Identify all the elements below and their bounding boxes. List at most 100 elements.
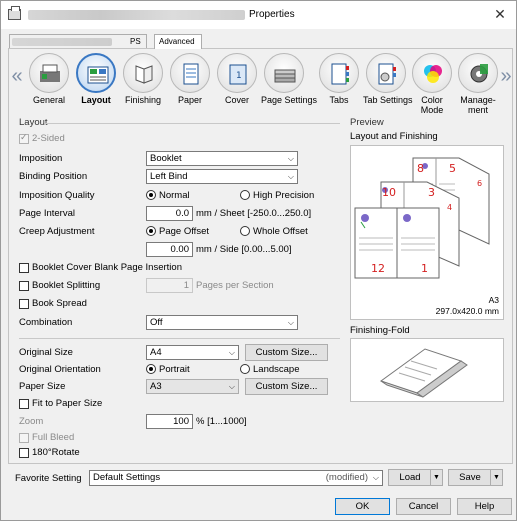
- favorite-setting-label: Favorite Setting: [15, 473, 82, 484]
- imposition-quality-label: Imposition Quality: [19, 190, 95, 201]
- finishing-fold-label: Finishing-Fold: [350, 325, 410, 336]
- management-icon: [458, 53, 498, 93]
- original-size-select[interactable]: A4 ⌵: [146, 345, 239, 360]
- layout-section-title: Layout: [19, 117, 48, 128]
- combination-select[interactable]: Off ⌵: [146, 315, 298, 330]
- save-dropdown-icon[interactable]: ▼: [490, 470, 502, 485]
- tab-ps[interactable]: PS: [9, 34, 147, 48]
- scroll-left-icon[interactable]: «: [11, 65, 23, 88]
- toolbar-item-paper[interactable]: Paper: [167, 53, 213, 105]
- two-sided-checkbox[interactable]: [19, 132, 29, 144]
- category-icon-bar: « General Layout Finishing Paper 1 Cover…: [9, 49, 512, 115]
- quality-high-precision-label: High Precision: [253, 190, 315, 201]
- tab-settings-icon: [366, 53, 406, 93]
- tab-ps-label: PS: [130, 37, 141, 46]
- binding-position-select[interactable]: Left Bind ⌵: [146, 169, 298, 184]
- toolbar-item-cover[interactable]: 1 Cover: [214, 53, 260, 105]
- quality-high-precision-radio[interactable]: [240, 190, 250, 200]
- book-spread-label: Book Spread: [32, 298, 87, 309]
- chevron-down-icon: ⌵: [287, 318, 294, 327]
- paper-size-value: A3: [150, 381, 162, 392]
- scroll-right-icon[interactable]: »: [500, 65, 512, 88]
- zoom-input[interactable]: 100: [146, 414, 193, 429]
- page-interval-input[interactable]: 0.0: [146, 206, 193, 221]
- chevron-down-icon: ⌵: [228, 348, 235, 357]
- original-custom-size-button[interactable]: Custom Size...: [245, 344, 328, 361]
- orientation-portrait-radio[interactable]: [146, 364, 156, 374]
- creep-page-offset-label: Page Offset: [159, 226, 209, 237]
- toolbar-label: Color Mode: [409, 95, 455, 115]
- booklet-splitting-label: Booklet Splitting: [32, 280, 101, 291]
- toolbar-item-tab-settings[interactable]: Tab Settings: [363, 53, 413, 105]
- fold-preview-graphic: [379, 348, 468, 398]
- creep-value-input[interactable]: 0.00: [146, 242, 193, 257]
- toolbar-item-tabs[interactable]: Tabs: [316, 53, 362, 105]
- toolbar-label: Paper: [177, 95, 203, 105]
- page-interval-label: Page Interval: [19, 208, 75, 219]
- booklet-cover-blank-label: Booklet Cover Blank Page Insertion: [32, 262, 182, 273]
- creep-whole-offset-radio[interactable]: [240, 226, 250, 236]
- combination-label: Combination: [19, 317, 73, 328]
- help-button[interactable]: Help: [457, 498, 512, 515]
- quality-normal-radio[interactable]: [146, 190, 156, 200]
- ok-button[interactable]: OK: [335, 498, 390, 515]
- paper-name: A3: [488, 295, 499, 305]
- rotate-180-checkbox[interactable]: [19, 448, 29, 458]
- cancel-button[interactable]: Cancel: [396, 498, 451, 515]
- paper-custom-size-button[interactable]: Custom Size...: [245, 378, 328, 395]
- window-title: Properties: [249, 9, 295, 20]
- orientation-landscape-radio[interactable]: [240, 364, 250, 374]
- toolbar-label: Page Settings: [261, 95, 318, 105]
- toolbar-item-color-mode[interactable]: Color Mode: [409, 53, 455, 115]
- paper-icon: [170, 53, 210, 93]
- paper-size-select[interactable]: A3 ⌵: [146, 379, 239, 394]
- creep-page-offset-radio[interactable]: [146, 226, 156, 236]
- general-icon: [29, 53, 69, 93]
- save-button[interactable]: Save ▼: [448, 469, 503, 486]
- load-button[interactable]: Load ▼: [388, 469, 443, 486]
- toolbar-item-finishing[interactable]: Finishing: [120, 53, 166, 105]
- toolbar-item-management[interactable]: Manage-ment: [455, 53, 501, 115]
- toolbar-label: Tabs: [329, 95, 349, 105]
- toolbar-label-line: Manage-: [460, 95, 496, 105]
- load-button-label: Load: [399, 472, 421, 483]
- toolbar-label: Tab Settings: [363, 95, 413, 105]
- layout-preview: 8 5 6 10 3 4 12 1 A3 297.0x420.0 mm: [350, 145, 504, 320]
- booklet-splitting-checkbox[interactable]: [19, 281, 29, 291]
- page-number: 5: [449, 162, 456, 175]
- fit-to-paper-checkbox[interactable]: [19, 399, 29, 409]
- page-number: 12: [371, 262, 385, 275]
- creep-whole-offset-label: Whole Offset: [253, 226, 308, 237]
- tab-advanced[interactable]: Advanced: [154, 34, 202, 49]
- toolbar-item-page-settings[interactable]: Page Settings: [261, 53, 318, 105]
- imposition-select[interactable]: Booklet ⌵: [146, 151, 298, 166]
- toolbar-label: Finishing: [124, 95, 162, 105]
- layout-icon: [76, 53, 116, 93]
- section-divider: [45, 123, 340, 124]
- page-settings-icon: [264, 53, 304, 93]
- quality-normal-label: Normal: [159, 190, 190, 201]
- full-bleed-checkbox[interactable]: [19, 433, 29, 443]
- tabs-icon: [319, 53, 359, 93]
- close-icon[interactable]: ✕: [490, 5, 510, 23]
- pages-per-section-input[interactable]: 1: [146, 278, 193, 293]
- chevron-down-icon: ⌵: [287, 154, 294, 163]
- toolbar-label: General: [32, 95, 66, 105]
- printer-app-icon: [8, 6, 21, 20]
- binding-position-value: Left Bind: [150, 171, 188, 182]
- favorite-setting-select[interactable]: Default Settings (modified) ⌵: [89, 470, 383, 486]
- combination-value: Off: [150, 317, 163, 328]
- booklet-cover-blank-checkbox[interactable]: [19, 263, 29, 273]
- redacted-driver-name: [12, 38, 112, 46]
- chevron-down-icon: ⌵: [228, 382, 235, 391]
- toolbar-item-layout[interactable]: Layout: [73, 53, 119, 105]
- preview-title: Preview: [350, 117, 384, 128]
- book-spread-checkbox[interactable]: [19, 299, 29, 309]
- load-dropdown-icon[interactable]: ▼: [430, 470, 442, 485]
- page-number: 1: [421, 262, 428, 275]
- page-interval-unit: mm / Sheet [-250.0...250.0]: [196, 208, 312, 219]
- page-number: 8: [417, 162, 424, 175]
- toolbar-item-general[interactable]: General: [26, 53, 72, 105]
- original-size-label: Original Size: [19, 347, 73, 358]
- creep-value-unit: mm / Side [0.00...5.00]: [196, 244, 292, 255]
